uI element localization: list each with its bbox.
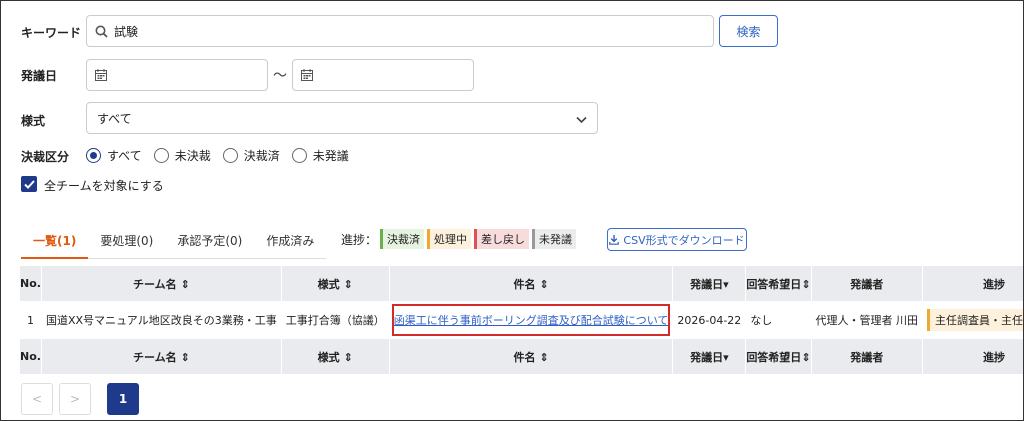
progress-label: 進捗： xyxy=(341,232,378,247)
cell-subject: 函渠工に伴う事前ボーリング調査及び配合試験について xyxy=(389,301,674,339)
status-badge: 主任調査員・主任監督員 xyxy=(927,309,1023,331)
search-button[interactable]: 検索 xyxy=(719,15,778,47)
all-teams-label: 全チームを対象にする xyxy=(44,179,164,193)
decision-radio-group: すべて 未決裁 決裁済 未発議 xyxy=(86,147,361,164)
sort-icon: ⇕ xyxy=(535,277,549,291)
cell-progress: 主任調査員・主任監督員 xyxy=(922,301,1023,339)
column-header-no: No. xyxy=(20,339,42,374)
sort-icon: ⇕ xyxy=(176,277,190,291)
cell-date: 2026-04-22 xyxy=(672,301,747,339)
cell-no: 1 xyxy=(20,301,42,339)
style-label: 様式 xyxy=(21,114,46,128)
csv-download-label: CSV形式でダウンロード xyxy=(623,233,745,247)
pagination-page-1[interactable]: 1 xyxy=(107,383,139,415)
table-header-row: No. チーム名 ⇕ 様式 ⇕ 件名 ⇕ 発議日▾ 回答希望日⇕ 発議者 進捗 xyxy=(20,266,1023,301)
style-select[interactable]: すべて xyxy=(86,102,598,134)
column-header-progress: 進捗 xyxy=(922,266,1023,301)
chevron-down-icon xyxy=(576,113,587,127)
keyword-input[interactable]: 試験 xyxy=(86,15,714,47)
result-tabs: 一覧(1) 要処理(0) 承認予定(0) 作成済み xyxy=(21,228,327,259)
column-header-reply-date[interactable]: 回答希望日⇕ xyxy=(745,339,812,374)
csv-download-button[interactable]: CSV形式でダウンロード xyxy=(607,228,747,251)
pagination-next-button[interactable]: > xyxy=(59,383,91,415)
search-page: キーワード 試験 検索 発議日 〜 様式 すべて 決裁区分 すべて 未決裁 決裁… xyxy=(0,0,1024,421)
keyword-value: 試験 xyxy=(114,24,139,39)
column-header-proposer: 発議者 xyxy=(811,339,924,374)
column-header-date[interactable]: 発議日▾ xyxy=(672,339,747,374)
progress-legend: 進捗： 決裁済 処理中 差し戻し 未発議 xyxy=(341,229,577,249)
radio-option-all[interactable]: すべて xyxy=(86,147,142,164)
date-from-input[interactable] xyxy=(86,59,268,91)
download-icon xyxy=(609,234,620,245)
column-header-proposer: 発議者 xyxy=(811,266,924,301)
column-header-team[interactable]: チーム名 ⇕ xyxy=(41,266,282,301)
sort-icon: ⇕ xyxy=(801,277,811,291)
date-to-input[interactable] xyxy=(292,59,474,91)
tab-created[interactable]: 作成済み xyxy=(254,228,327,259)
cell-proposer: 代理人・管理者 川田 xyxy=(811,301,924,339)
sort-icon: ⇕ xyxy=(339,277,353,291)
sort-icon: ⇕ xyxy=(801,350,811,364)
sort-icon: ⇕ xyxy=(535,350,549,364)
radio-button[interactable] xyxy=(291,148,307,163)
search-icon xyxy=(95,25,108,38)
calendar-icon xyxy=(301,69,313,81)
sort-icon: ⇕ xyxy=(176,350,190,364)
subject-link[interactable]: 函渠工に伴う事前ボーリング調査及び配合試験について xyxy=(394,312,669,328)
status-badge-decided: 決裁済 xyxy=(380,229,425,249)
sort-desc-icon: ▾ xyxy=(723,350,729,364)
pagination-prev-button[interactable]: < xyxy=(21,383,53,415)
highlight-box: 函渠工に伴う事前ボーリング調査及び配合試験について xyxy=(391,304,671,336)
radio-option-decided[interactable]: 決裁済 xyxy=(222,147,280,164)
all-teams-checkbox[interactable] xyxy=(21,176,37,192)
cell-reply-date: なし xyxy=(745,301,812,339)
cell-style: 工事打合簿（協議） xyxy=(281,301,390,339)
style-select-value: すべて xyxy=(97,111,132,126)
results-table: No. チーム名 ⇕ 様式 ⇕ 件名 ⇕ 発議日▾ 回答希望日⇕ 発議者 進捗 … xyxy=(20,266,1023,374)
tab-needs-action[interactable]: 要処理(0) xyxy=(88,228,166,259)
radio-button[interactable] xyxy=(153,148,169,163)
sort-desc-icon: ▾ xyxy=(723,277,729,291)
radio-option-unsubmitted[interactable]: 未発議 xyxy=(291,147,349,164)
column-header-style[interactable]: 様式 ⇕ xyxy=(281,339,390,374)
tab-scheduled-approval[interactable]: 承認予定(0) xyxy=(165,228,255,259)
column-header-team[interactable]: チーム名 ⇕ xyxy=(41,339,282,374)
column-header-date[interactable]: 発議日▾ xyxy=(672,266,747,301)
check-icon xyxy=(23,179,35,189)
column-header-style[interactable]: 様式 ⇕ xyxy=(281,266,390,301)
table-footer-header-row: No. チーム名 ⇕ 様式 ⇕ 件名 ⇕ 発議日▾ 回答希望日⇕ 発議者 進捗 xyxy=(20,339,1023,374)
calendar-icon xyxy=(95,69,107,81)
column-header-no: No. xyxy=(20,266,42,301)
sort-icon: ⇕ xyxy=(339,350,353,364)
status-badge-returned: 差し戻し xyxy=(474,229,530,249)
column-header-subject[interactable]: 件名 ⇕ xyxy=(389,266,674,301)
radio-button[interactable] xyxy=(86,148,101,163)
tab-list[interactable]: 一覧(1) xyxy=(21,228,89,259)
cell-team: 国道XX号マニュアル地区改良その3業務・工事 xyxy=(41,301,282,339)
column-header-reply-date[interactable]: 回答希望日⇕ xyxy=(745,266,812,301)
date-label: 発議日 xyxy=(21,69,58,83)
date-separator: 〜 xyxy=(273,68,287,84)
radio-option-undecided[interactable]: 未決裁 xyxy=(153,147,211,164)
column-header-subject[interactable]: 件名 ⇕ xyxy=(389,339,674,374)
status-badge-unsubmitted: 未発議 xyxy=(532,229,577,249)
column-header-progress: 進捗 xyxy=(922,339,1023,374)
status-badge-processing: 処理中 xyxy=(427,229,472,249)
decision-label: 決裁区分 xyxy=(21,150,70,164)
keyword-label: キーワード xyxy=(21,26,82,40)
radio-button[interactable] xyxy=(222,148,238,163)
table-row[interactable]: 1 国道XX号マニュアル地区改良その3業務・工事 工事打合簿（協議） 函渠工に伴… xyxy=(20,301,1023,339)
